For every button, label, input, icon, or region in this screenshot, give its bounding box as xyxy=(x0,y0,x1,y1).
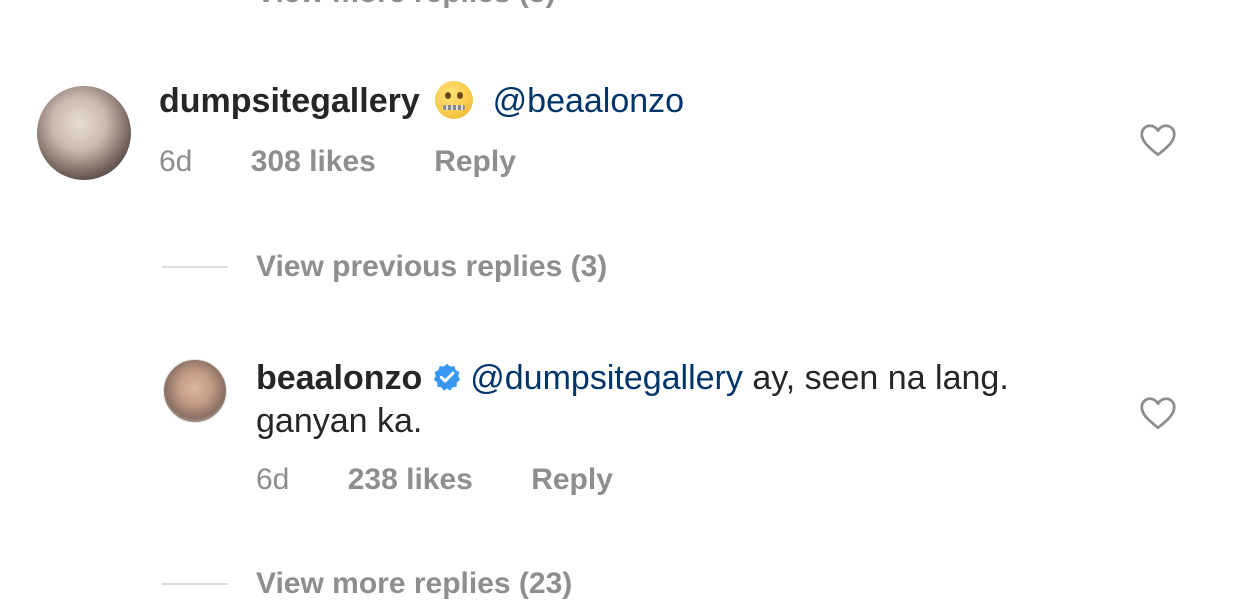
verified-badge-icon xyxy=(434,363,461,391)
view-previous-replies-label[interactable]: View previous replies (3) xyxy=(256,250,607,284)
avatar-beaalonzo[interactable] xyxy=(163,359,227,423)
mention-link[interactable]: @dumpsitegallery xyxy=(470,359,743,397)
comment-time: 6d xyxy=(256,463,290,496)
comment-beaalonzo: beaalonzo @dumpsitegallery ay, seen na l… xyxy=(256,357,1056,443)
comment-time: 6d xyxy=(159,145,193,178)
thread-divider xyxy=(162,266,228,268)
comment-dumpsitegallery: dumpsitegallery @beaalonzo xyxy=(159,80,684,123)
view-more-replies-label[interactable]: View more replies (23) xyxy=(256,567,572,601)
zipper-mouth-face-emoji-icon xyxy=(435,81,474,119)
reply-button[interactable]: Reply xyxy=(434,145,516,179)
mention-link[interactable]: @beaalonzo xyxy=(493,82,684,120)
reply-button[interactable]: Reply xyxy=(531,463,613,497)
avatar-dumpsitegallery[interactable] xyxy=(37,86,131,180)
likes-count-button[interactable]: 308 likes xyxy=(251,145,376,179)
comment-meta: 6d 308 likes Reply xyxy=(159,145,516,179)
likes-count-button[interactable]: 238 likes xyxy=(348,463,473,497)
view-previous-replies-link[interactable]: View previous replies (3) xyxy=(162,250,607,284)
thread-divider xyxy=(162,583,228,585)
like-heart-icon[interactable] xyxy=(1139,396,1177,430)
view-more-replies-link[interactable]: View more replies (23) xyxy=(162,567,572,601)
username-link[interactable]: beaalonzo xyxy=(256,359,422,397)
like-heart-icon[interactable] xyxy=(1139,123,1177,157)
username-link[interactable]: dumpsitegallery xyxy=(159,82,420,120)
comment-meta: 6d 238 likes Reply xyxy=(256,463,613,497)
comments-screen: View more replies (3) dumpsitegallery @b… xyxy=(0,0,1242,611)
view-more-replies-link-top[interactable]: View more replies (3) xyxy=(256,0,556,10)
